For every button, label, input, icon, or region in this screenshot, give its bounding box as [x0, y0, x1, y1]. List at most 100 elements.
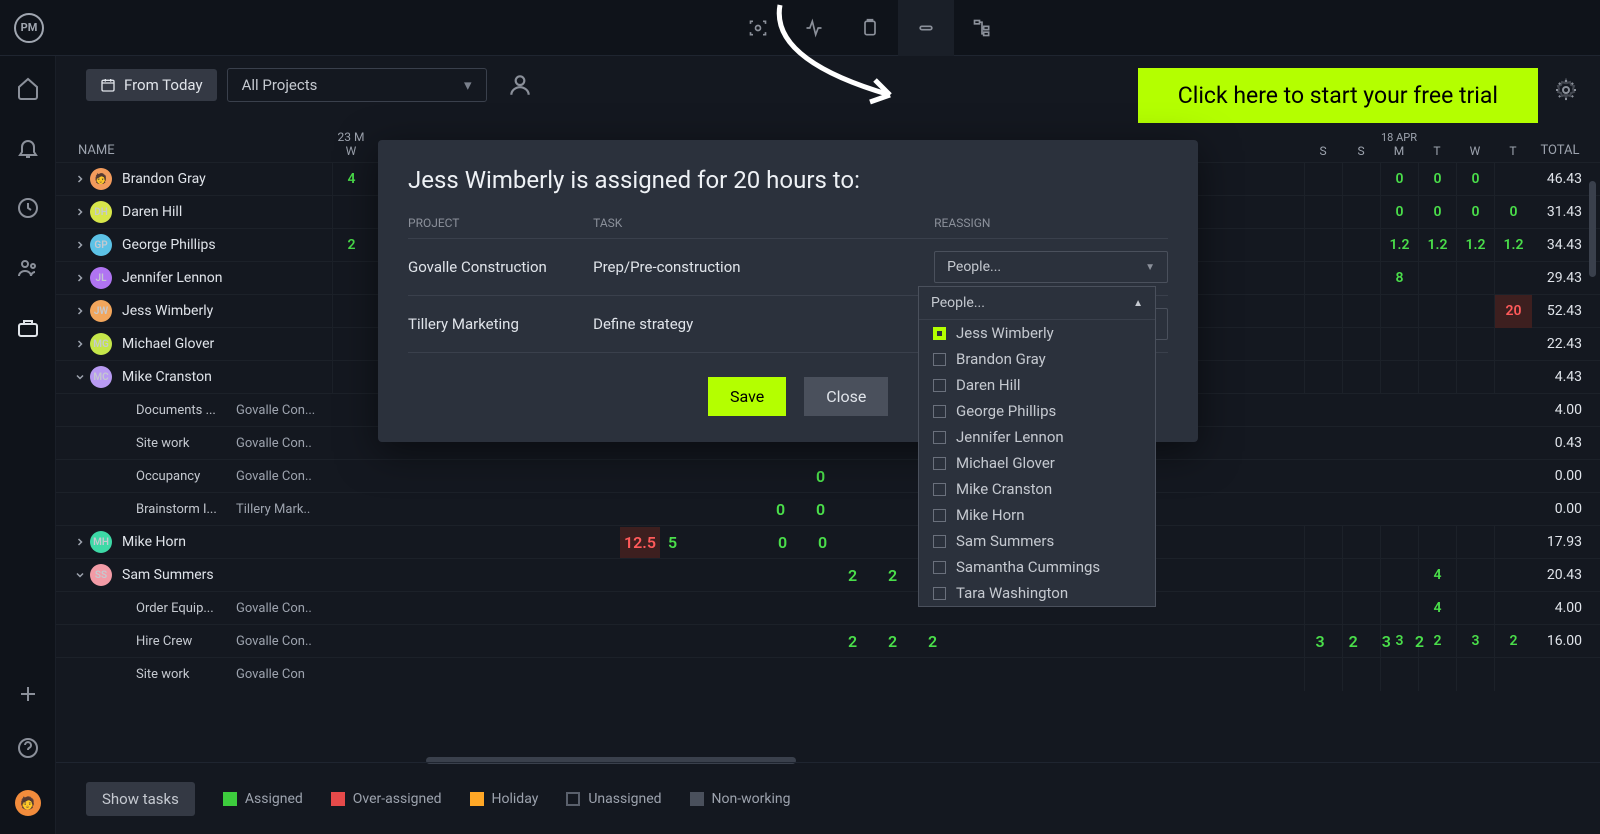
project-dropdown-label: All Projects: [242, 76, 318, 94]
task-row[interactable]: OccupancyGovalle Con..00.00: [56, 459, 1600, 492]
person-row[interactable]: SSSam Summers222420.43: [56, 558, 1600, 591]
dropdown-option[interactable]: Mike Horn: [919, 502, 1155, 528]
chevron-down-icon: ▾: [464, 76, 472, 94]
avatar: 🧑: [90, 168, 112, 190]
footer: Show tasks Assigned Over-assigned Holida…: [56, 762, 1600, 834]
dropdown-option[interactable]: Tara Washington: [919, 580, 1155, 606]
expand-icon[interactable]: [70, 338, 90, 350]
checkbox[interactable]: [933, 535, 946, 548]
expand-icon[interactable]: [70, 569, 90, 581]
project-dropdown[interactable]: All Projects ▾: [227, 68, 487, 102]
team-icon[interactable]: [16, 256, 40, 280]
task-name: Brainstorm I...: [136, 502, 230, 517]
option-label: Jennifer Lennon: [956, 428, 1064, 446]
person-name: Mike Cranston: [122, 369, 212, 385]
topbar: PM: [0, 0, 1600, 56]
from-today-label: From Today: [124, 76, 203, 94]
dropdown-option[interactable]: Brandon Gray: [919, 346, 1155, 372]
dropdown-option[interactable]: Sam Summers: [919, 528, 1155, 554]
checkbox[interactable]: [933, 405, 946, 418]
option-label: Sam Summers: [956, 532, 1054, 550]
task-name: Hire Crew: [136, 634, 230, 649]
close-button[interactable]: Close: [804, 377, 888, 416]
checkbox[interactable]: [933, 379, 946, 392]
expand-icon[interactable]: [70, 173, 90, 185]
clock-icon[interactable]: [16, 196, 40, 220]
activity-icon[interactable]: [786, 0, 842, 56]
option-label: Jess Wimberly: [956, 324, 1054, 342]
person-row[interactable]: MHMike Horn12.550017.93: [56, 525, 1600, 558]
date-t: T: [1418, 144, 1456, 158]
user-avatar[interactable]: 🧑: [15, 790, 41, 816]
dropdown-option[interactable]: Daren Hill: [919, 372, 1155, 398]
expand-icon[interactable]: [70, 305, 90, 317]
avatar: MH: [90, 531, 112, 553]
cta-banner[interactable]: Click here to start your free trial: [1138, 68, 1538, 123]
total-cell: 22.43: [1532, 336, 1600, 352]
modal-col-reassign: REASSIGN: [934, 216, 1168, 230]
checkbox[interactable]: [933, 457, 946, 470]
plus-icon[interactable]: [16, 682, 40, 706]
date-s: S: [1304, 144, 1342, 158]
dropdown-option[interactable]: Jess Wimberly: [919, 320, 1155, 346]
gear-icon[interactable]: [1554, 78, 1578, 106]
people-dropdown[interactable]: People...▲ Jess Wimberly Brandon GrayDare…: [918, 286, 1156, 607]
help-icon[interactable]: [16, 736, 40, 760]
person-icon[interactable]: [507, 72, 533, 98]
task-row[interactable]: Order Equip...Govalle Con..44.00: [56, 591, 1600, 624]
expand-icon[interactable]: [70, 206, 90, 218]
expand-icon[interactable]: [70, 239, 90, 251]
checkbox[interactable]: [933, 509, 946, 522]
link-icon[interactable]: [898, 0, 954, 56]
task-name: Occupancy: [136, 469, 230, 484]
checkbox[interactable]: [933, 561, 946, 574]
dropdown-toggle[interactable]: People...▲: [919, 287, 1155, 320]
from-today-button[interactable]: From Today: [86, 69, 217, 101]
expand-icon[interactable]: [70, 371, 90, 383]
dropdown-option[interactable]: Jennifer Lennon: [919, 424, 1155, 450]
save-button[interactable]: Save: [708, 377, 786, 416]
avatar: GP: [90, 234, 112, 256]
person-name: Mike Horn: [122, 534, 186, 550]
task-name: Order Equip...: [136, 601, 230, 616]
checkbox[interactable]: [933, 587, 946, 600]
legend-nonworking: Non-working: [690, 791, 791, 807]
checkbox[interactable]: [933, 431, 946, 444]
modal-col-project: PROJECT: [408, 216, 593, 230]
logo[interactable]: PM: [14, 13, 44, 43]
checkbox[interactable]: [933, 483, 946, 496]
bell-icon[interactable]: [16, 136, 40, 160]
clipboard-icon[interactable]: [842, 0, 898, 56]
task-project: Govalle Con..: [236, 436, 328, 451]
dropdown-option[interactable]: Mike Cranston: [919, 476, 1155, 502]
person-name: Jess Wimberly: [122, 303, 213, 319]
task-row[interactable]: Hire CrewGovalle Con..2223232323216.00: [56, 624, 1600, 657]
avatar: MC: [90, 366, 112, 388]
dropdown-option[interactable]: Michael Glover: [919, 450, 1155, 476]
scan-icon[interactable]: [730, 0, 786, 56]
briefcase-icon[interactable]: [16, 316, 40, 340]
expand-icon[interactable]: [70, 536, 90, 548]
avatar: MG: [90, 333, 112, 355]
vertical-scrollbar[interactable]: [1589, 181, 1596, 277]
home-icon[interactable]: [16, 76, 40, 100]
show-tasks-button[interactable]: Show tasks: [86, 782, 195, 816]
total-cell: 52.43: [1532, 303, 1600, 319]
hierarchy-icon[interactable]: [954, 0, 1010, 56]
task-project: Govalle Con..: [236, 634, 328, 649]
date-header-2: 18 APRM: [1380, 131, 1418, 158]
expand-icon[interactable]: [70, 272, 90, 284]
avatar: SS: [90, 564, 112, 586]
date-w: W: [1456, 144, 1494, 158]
task-row[interactable]: Brainstorm I...Tillery Mark..000.00: [56, 492, 1600, 525]
task-project: Govalle Con..: [236, 601, 328, 616]
option-label: Michael Glover: [956, 454, 1055, 472]
person-name: George Phillips: [122, 237, 216, 253]
task-name: Documents ...: [136, 403, 230, 418]
checkbox[interactable]: [933, 327, 946, 340]
task-row[interactable]: Site workGovalle Con: [56, 657, 1600, 690]
dropdown-option[interactable]: George Phillips: [919, 398, 1155, 424]
dropdown-option[interactable]: Samantha Cummings: [919, 554, 1155, 580]
reassign-select-1[interactable]: People...▼: [934, 251, 1168, 283]
checkbox[interactable]: [933, 353, 946, 366]
